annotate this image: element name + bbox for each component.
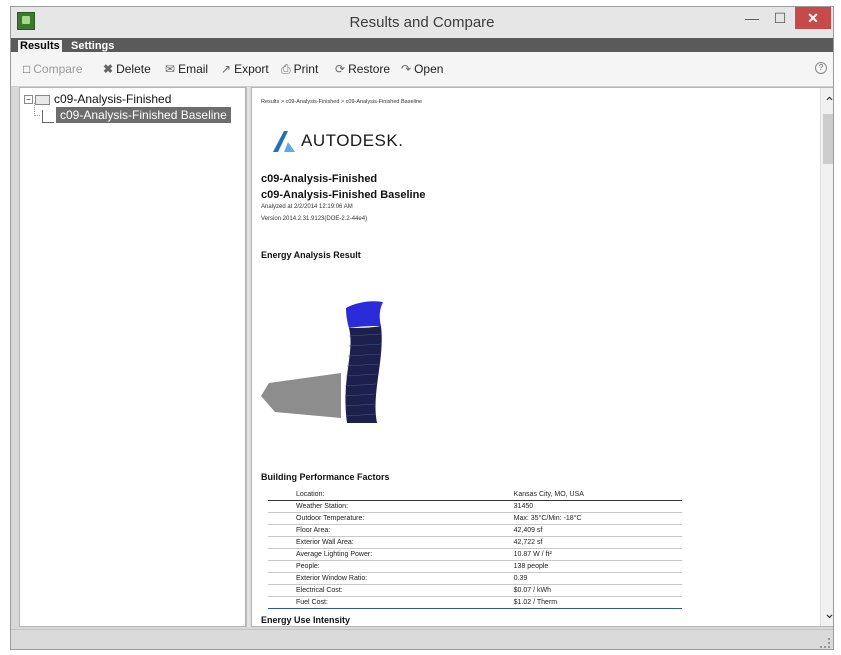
open-button[interactable]: ↷ Open — [401, 62, 443, 76]
scroll-up-icon[interactable]: ⌃ — [821, 94, 833, 111]
table-row: Location: Kansas City, MO, USA — [268, 489, 682, 501]
email-icon: ✉ — [165, 62, 176, 76]
building-model-image — [261, 301, 383, 423]
row-label: Exterior Wall Area: — [268, 536, 510, 549]
results-and-compare-window: Results and Compare — ☐ ✕ Results Settin… — [10, 6, 834, 650]
resize-grip[interactable] — [820, 638, 830, 648]
close-button[interactable]: ✕ — [795, 7, 831, 29]
table-row: Outdoor Temperature: Max: 35°C/Min: -18°C — [268, 512, 682, 525]
row-label: People: — [268, 560, 510, 573]
row-value: 31450 — [509, 500, 682, 513]
tab-settings[interactable]: Settings — [69, 40, 116, 52]
title-bar: Results and Compare — ☐ ✕ — [11, 7, 833, 38]
row-value: 138 people — [509, 560, 682, 573]
toolbar: □ Compare ✖ Delete ✉ Email ↗ Export ⎙ Print ⟳… — [11, 52, 833, 87]
table-row: Exterior Window Ratio: 0.39 — [268, 572, 682, 585]
scroll-thumb[interactable] — [823, 114, 833, 164]
compare-icon: □ — [23, 62, 31, 76]
tree-child-selected[interactable]: c09-Analysis-Finished Baseline — [56, 107, 231, 123]
export-button[interactable]: ↗ Export — [221, 62, 269, 76]
energy-use-intensity-heading: Energy Use Intensity — [261, 615, 351, 625]
building-performance-heading: Building Performance Factors — [261, 472, 390, 482]
result-icon — [42, 110, 54, 123]
table-row: Floor Area: 42,409 sf — [268, 524, 682, 537]
row-label: Floor Area: — [268, 524, 510, 537]
row-label: Average Lighting Power: — [268, 548, 510, 561]
building-performance-table: Location: Kansas City, MO, USA Weather Sta… — [268, 489, 682, 609]
restore-button[interactable]: ⟳ Restore — [335, 62, 390, 76]
row-value: 0.39 — [509, 572, 682, 585]
window-title: Results and Compare — [349, 14, 495, 31]
vertical-scrollbar[interactable]: ⌃ ⌄ — [820, 88, 833, 626]
row-label: Outdoor Temperature: — [268, 512, 510, 525]
engine-version: Version 2014.2.31.9123(DOE-2.2-44e4) — [261, 216, 368, 222]
tab-strip: Results Settings — [11, 38, 833, 52]
energy-result-heading: Energy Analysis Result — [261, 250, 361, 260]
table-row: Fuel Cost: $1.02 / Therm — [268, 596, 682, 609]
row-label: Location: — [268, 489, 510, 501]
restore-icon: ⟳ — [335, 62, 346, 76]
print-label: Print — [293, 62, 319, 76]
print-button[interactable]: ⎙ Print — [281, 62, 318, 77]
status-bar — [11, 629, 833, 649]
table-row: Weather Station: 31450 — [268, 500, 682, 513]
breadcrumb: Results > c09-Analysis-Finished > c09-An… — [261, 99, 423, 105]
export-icon: ↗ — [221, 62, 232, 76]
table-row: Average Lighting Power: 10.87 W / ft² — [268, 548, 682, 561]
tree-connector — [34, 103, 40, 116]
table-row: Electrical Cost: $0.07 / kWh — [268, 584, 682, 597]
open-icon: ↷ — [401, 62, 412, 76]
row-value: Kansas City, MO, USA — [509, 489, 682, 501]
compare-label: Compare — [33, 62, 83, 76]
tab-results[interactable]: Results — [18, 40, 62, 52]
help-icon[interactable]: ? — [815, 62, 827, 74]
restore-label: Restore — [348, 62, 391, 76]
collapse-icon[interactable]: − — [24, 95, 33, 105]
delete-button[interactable]: ✖ Delete — [103, 62, 151, 76]
table-row: People: 138 people — [268, 560, 682, 573]
row-label: Exterior Window Ratio: — [268, 572, 510, 585]
row-value: $1.02 / Therm — [509, 596, 682, 609]
scroll-down-icon[interactable]: ⌄ — [821, 605, 833, 622]
row-value: 42,409 sf — [509, 524, 682, 537]
maximize-button[interactable]: ☐ — [767, 7, 793, 29]
table-row: Exterior Wall Area: 42,722 sf — [268, 536, 682, 549]
minimize-button[interactable]: — — [739, 7, 765, 29]
report-subtitle: c09-Analysis-Finished Baseline — [261, 189, 426, 201]
row-value: 10.87 W / ft² — [509, 548, 682, 561]
row-label: Weather Station: — [268, 500, 510, 513]
delete-icon: ✖ — [103, 62, 114, 76]
tree-root-label: c09-Analysis-Finished — [54, 92, 172, 106]
export-label: Export — [234, 62, 269, 76]
autodesk-logo-icon — [273, 131, 295, 152]
delete-label: Delete — [116, 62, 151, 76]
email-button[interactable]: ✉ Email — [165, 62, 208, 76]
compare-button[interactable]: □ Compare — [23, 62, 83, 76]
row-value: $0.07 / kWh — [509, 584, 682, 597]
results-tree-panel: − c09-Analysis-Finished c09-Analysis-Fini… — [19, 87, 246, 627]
row-value: 42,722 sf — [509, 536, 682, 549]
print-icon: ⎙ — [281, 62, 291, 76]
analyzed-date: Analyzed at 2/2/2014 12:19:06 AM — [261, 204, 353, 210]
row-value: Max: 35°C/Min: -18°C — [509, 512, 682, 525]
open-label: Open — [414, 62, 444, 76]
tree-root-item[interactable]: − c09-Analysis-Finished — [24, 92, 171, 106]
report-title: c09-Analysis-Finished — [261, 173, 378, 185]
email-label: Email — [178, 62, 209, 76]
row-label: Fuel Cost: — [268, 596, 510, 609]
logo-text: AUTODESK. — [301, 131, 404, 150]
pane-splitter[interactable] — [246, 87, 250, 627]
report-panel: Results > c09-Analysis-Finished > c09-An… — [251, 87, 833, 627]
row-label: Electrical Cost: — [268, 584, 510, 597]
